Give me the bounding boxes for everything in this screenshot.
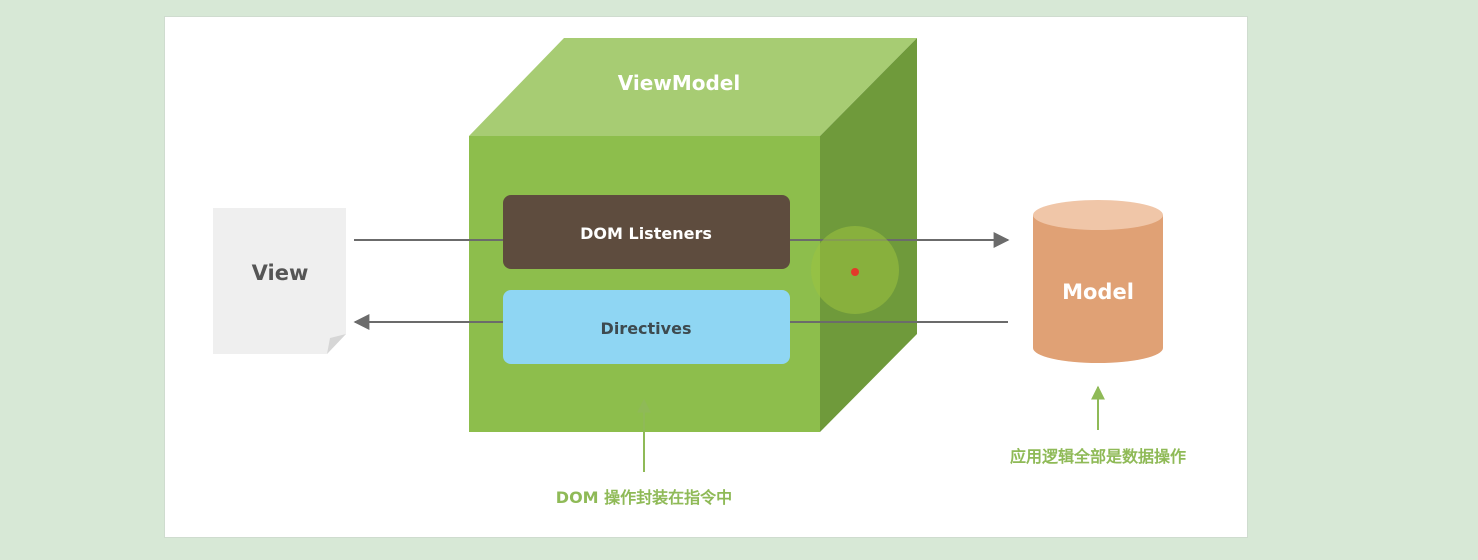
mvvm-diagram: View ViewModel DOM Listeners Directives …	[213, 38, 1186, 507]
directives-label: Directives	[601, 319, 692, 338]
model-caption: 应用逻辑全部是数据操作	[1010, 447, 1186, 466]
directives-box: Directives	[503, 290, 790, 364]
model-label: Model	[1062, 280, 1134, 304]
cylinder-top	[1033, 200, 1163, 230]
cube-front	[469, 136, 820, 432]
dom-caption: DOM 操作封装在指令中	[556, 488, 732, 507]
model-cylinder: Model	[1033, 200, 1163, 363]
cursor-dot-icon	[851, 268, 859, 276]
dom-listeners-box: DOM Listeners	[503, 195, 790, 269]
view-document: View	[213, 208, 346, 354]
view-label: View	[252, 261, 309, 285]
viewmodel-label: ViewModel	[618, 71, 740, 95]
dom-listeners-label: DOM Listeners	[580, 224, 712, 243]
cursor-highlight	[811, 226, 899, 314]
